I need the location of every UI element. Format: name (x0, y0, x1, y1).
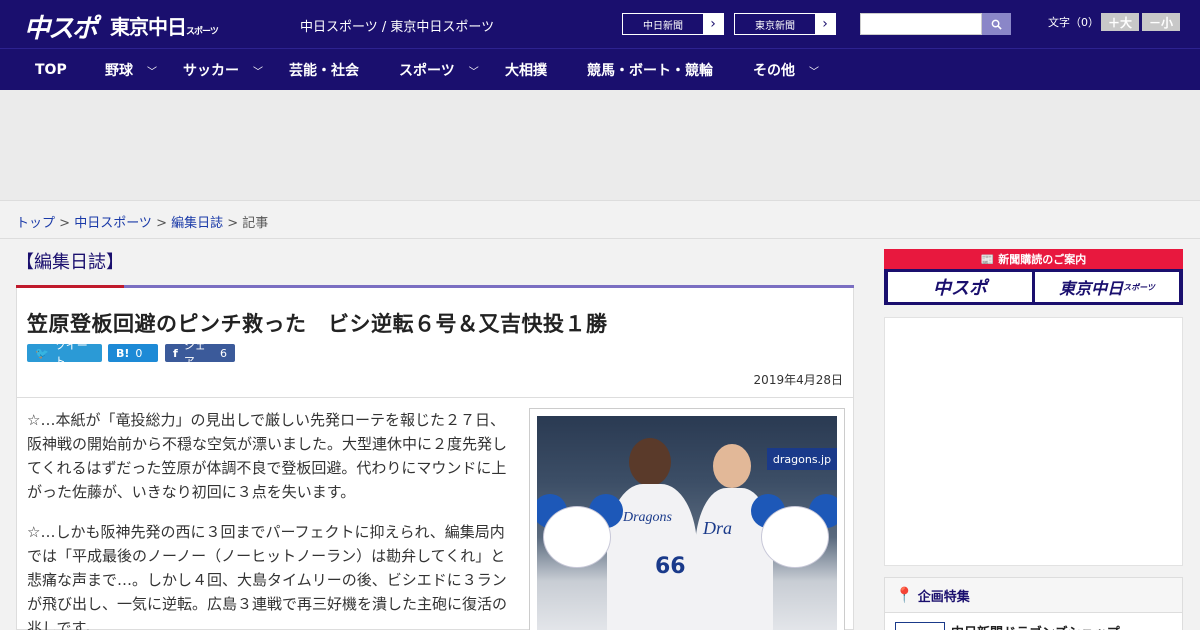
hatena-bookmark-button[interactable]: B! 0 (108, 344, 158, 362)
chevron-down-icon: ﹀ (147, 66, 157, 78)
site-header: 中スポ 東京中日スポーツ 中日スポーツ / 東京中日スポーツ 中日新聞 › 東京… (0, 0, 1200, 48)
article-photo[interactable]: dragons.jp Dragons 66 Dra (537, 416, 837, 630)
player-head (629, 438, 671, 486)
nav-item-soccer[interactable]: サッカー ﹀ (183, 49, 263, 91)
tokyo-chunichi-logo[interactable]: 東京中日スポーツ (110, 11, 219, 40)
facebook-count: 6 (220, 346, 227, 360)
chunichi-shimbun-label: 中日新聞 (643, 20, 683, 32)
main-nav: TOP 野球 ﹀ サッカー ﹀ 芸能・社会 スポーツ ﹀ 大相撲 競馬・ボート・競輪 … (0, 48, 1200, 90)
font-size-increase-button[interactable]: ＋大 (1101, 13, 1139, 31)
nav-item-sports[interactable]: スポーツ ﹀ (399, 49, 479, 91)
chuspo-logo[interactable]: 中スポ (24, 8, 98, 45)
nav-item-entertainment[interactable]: 芸能・社会 (289, 49, 359, 91)
feature-item-link[interactable]: 中日新聞ドラゴンズショップ (951, 622, 1120, 630)
mascot-head (543, 506, 611, 568)
search-input[interactable] (860, 13, 982, 35)
nav-label: その他 (753, 63, 795, 79)
pin-icon: 📍 (895, 586, 914, 604)
search-button[interactable] (982, 13, 1011, 35)
hatena-icon: B! (116, 346, 130, 360)
breadcrumb-chunichi-sports[interactable]: 中日スポーツ (74, 216, 152, 231)
article-date: 2019年4月28日 (753, 373, 843, 387)
tweet-label: ツイート (54, 339, 88, 368)
font-size-label: 文字（0） (1048, 16, 1099, 29)
nav-label: 大相撲 (505, 63, 547, 79)
tokyo-logo-text: 東京中日 (110, 15, 187, 39)
chevron-down-icon: ﹀ (253, 66, 263, 78)
jersey-text: Dra (703, 518, 733, 538)
nav-item-top[interactable]: TOP (35, 49, 67, 91)
tokyo-shimbun-label: 東京新聞 (755, 20, 795, 32)
subscription-heading: 📰 新聞購読のご案内 (884, 249, 1183, 269)
newspaper-icon: 📰 (980, 252, 999, 266)
nav-label: TOP (35, 62, 67, 78)
sidebar-ad (884, 317, 1183, 566)
nav-item-other[interactable]: その他 ﹀ (753, 49, 819, 91)
article-category: 【編集日誌】 (16, 252, 124, 273)
breadcrumb: トップ > 中日スポーツ > 編集日誌 > 記事 (16, 212, 268, 231)
breadcrumb-editorial-diary[interactable]: 編集日誌 (171, 216, 223, 231)
article-body: ☆…本紙が「竜投総力」の見出しで厳しい先発ローテを報じた２７日、阪神戦の開始前か… (16, 398, 854, 630)
nav-label: サッカー (183, 63, 239, 79)
feature-heading-text: 企画特集 (917, 589, 970, 605)
hatena-count: 0 (135, 346, 143, 360)
subscription-box: 📰 新聞購読のご案内 中スポ 東京中日 スポーツ (884, 249, 1183, 305)
subscribe-chuspo-button[interactable]: 中スポ (888, 272, 1032, 302)
jersey-number: 66 (655, 554, 686, 579)
feature-box: 📍企画特集 中日新聞ドラゴンズショップ (884, 577, 1183, 630)
nav-item-sumo[interactable]: 大相撲 (505, 49, 547, 91)
chevron-down-icon: ﹀ (809, 66, 819, 78)
chevron-right-icon: › (703, 14, 723, 34)
nav-label: スポーツ (399, 63, 455, 79)
facebook-share-button[interactable]: f シェア 6 (165, 339, 235, 368)
chunichi-shimbun-button[interactable]: 中日新聞 › (622, 13, 724, 35)
breadcrumb-separator: > (55, 216, 75, 231)
nav-label: 芸能・社会 (289, 63, 359, 79)
top-ad-area (0, 90, 1200, 200)
site-links[interactable]: 中日スポーツ / 東京中日スポーツ (300, 16, 494, 35)
subscription-heading-text: 新聞購読のご案内 (998, 253, 1087, 266)
subscribe-tokyo-button[interactable]: 東京中日 スポーツ (1035, 272, 1179, 302)
player-head (713, 444, 751, 488)
nav-label: 野球 (105, 63, 133, 79)
article-paragraph: ☆…しかも阪神先発の西に３回までパーフェクトに抑えられ、編集局内では「平成最後の… (27, 523, 508, 630)
jersey-text: Dragons (623, 510, 673, 525)
mascot-head (761, 506, 829, 568)
nav-label: 競馬・ボート・競輪 (587, 63, 713, 79)
breadcrumb-current: 記事 (242, 216, 269, 231)
subscribe-tokyo-text: 東京中日 (1059, 279, 1124, 298)
search-icon (991, 19, 1002, 30)
article-title: 笠原登板回避のピンチ救った ビシ逆転６号＆又吉快投１勝 (27, 312, 608, 336)
breadcrumb-separator: > (151, 216, 172, 231)
breadcrumb-bar: トップ > 中日スポーツ > 編集日誌 > 記事 (0, 200, 1200, 239)
chevron-right-icon: › (815, 14, 835, 34)
breadcrumb-separator: > (223, 216, 243, 231)
nav-item-racing[interactable]: 競馬・ボート・競輪 (587, 49, 713, 91)
article-photo-frame[interactable]: dragons.jp Dragons 66 Dra (529, 408, 845, 630)
feature-heading: 📍 企画特集 (885, 578, 1182, 613)
tokyo-logo-small: スポーツ (186, 27, 219, 37)
subscribe-tokyo-small: スポーツ (1123, 282, 1155, 292)
facebook-share-label: シェア (183, 339, 206, 368)
stadium-banner: dragons.jp (767, 448, 837, 470)
tokyo-shimbun-button[interactable]: 東京新聞 › (734, 13, 836, 35)
chevron-down-icon: ﹀ (468, 66, 479, 78)
twitter-icon: 🐦 (35, 346, 49, 360)
article-header: 笠原登板回避のピンチ救った ビシ逆転６号＆又吉快投１勝 🐦 ツイート B! 0 fシ… (16, 288, 854, 398)
tweet-button[interactable]: 🐦 ツイート (27, 339, 102, 368)
breadcrumb-top[interactable]: トップ (16, 216, 55, 231)
font-size-decrease-button[interactable]: －小 (1142, 13, 1180, 31)
article-paragraph: ☆…本紙が「竜投総力」の見出しで厳しい先発ローテを報じた２７日、阪神戦の開始前か… (27, 411, 508, 501)
facebook-icon: f (173, 346, 178, 360)
nav-item-baseball[interactable]: 野球 ﹀ (105, 49, 157, 91)
feature-thumbnail[interactable] (895, 622, 945, 630)
